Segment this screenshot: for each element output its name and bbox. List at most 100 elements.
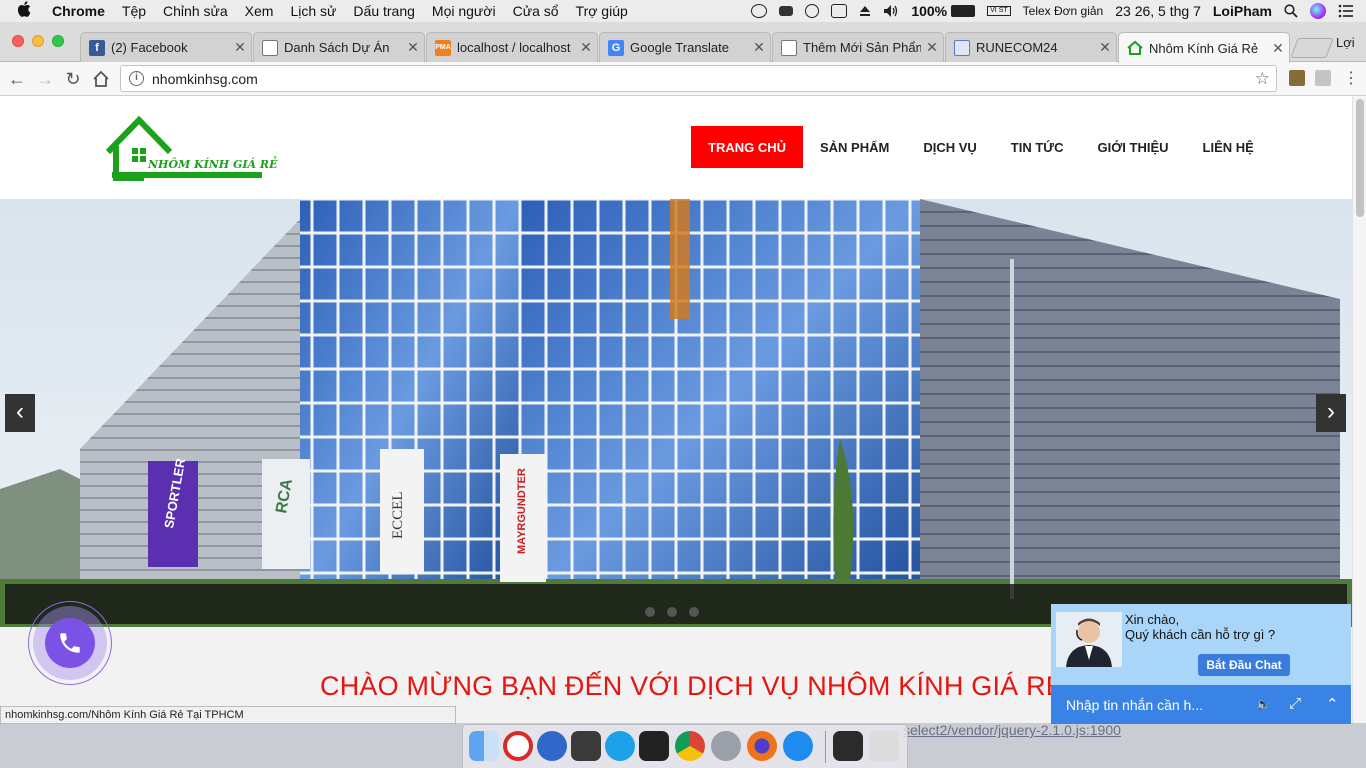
spotlight-search-icon[interactable] [1284, 4, 1298, 18]
menu-history[interactable]: Lịch sử [290, 3, 336, 19]
finder-icon[interactable] [469, 731, 499, 761]
chrome-icon[interactable] [675, 731, 705, 761]
menu-view[interactable]: Xem [245, 3, 274, 19]
tab-them-moi-san-pham[interactable]: Thêm Mới Sản Phẩm ✕ [772, 32, 944, 62]
new-tab-button[interactable] [1290, 38, 1334, 58]
nav-dich-vu[interactable]: DỊCH VỤ [906, 126, 993, 168]
menu-file[interactable]: Tệp [122, 3, 146, 19]
tab-facebook[interactable]: f (2) Facebook ✕ [80, 32, 252, 62]
chevron-up-icon[interactable]: ⌃ [1326, 695, 1339, 713]
sublime-text-icon[interactable] [571, 731, 601, 761]
slider-dots [645, 607, 711, 617]
wifi-sync-icon[interactable] [779, 6, 794, 16]
menu-edit[interactable]: Chỉnh sửa [163, 3, 228, 19]
tab-runecom24[interactable]: RUNECOM24 ✕ [945, 32, 1117, 62]
macos-dock [462, 724, 908, 768]
slider-prev-button[interactable]: ‹ [5, 394, 35, 432]
airplay-icon[interactable] [831, 4, 848, 18]
sound-icon[interactable]: 🔈 [1256, 697, 1271, 711]
tab-danh-sach-du-an[interactable]: Danh Sách Dự Án ✕ [253, 32, 425, 62]
start-chat-button[interactable]: Bắt Đầu Chat [1198, 654, 1290, 676]
address-url[interactable]: nhomkinhsg.com [152, 71, 258, 87]
site-main-nav: TRANG CHỦ SẢN PHẨM DỊCH VỤ TIN TỨC GIỚI … [691, 126, 1271, 168]
apple-menu-icon[interactable] [17, 1, 38, 21]
hero-slider[interactable]: SPORTLER RCA ECCEL MAYRGUNDTER ‹ › [0, 199, 1352, 627]
extension-tools-icon[interactable] [1289, 70, 1305, 86]
battery-icon[interactable] [951, 5, 976, 17]
chrome-menu-icon[interactable]: ⋮ [1340, 68, 1362, 90]
close-tab-icon[interactable]: ✕ [748, 39, 770, 56]
downloads-folder-icon[interactable] [833, 731, 863, 761]
nav-san-pham[interactable]: SẢN PHẨM [803, 126, 906, 168]
system-preferences-icon[interactable] [711, 731, 741, 761]
chat-greeting-line2: Quý khách cần hỗ trợ gì ? [1125, 627, 1276, 642]
nav-lien-he[interactable]: LIÊN HỆ [1186, 126, 1271, 168]
tab-nhom-kinh-gia-re[interactable]: Nhôm Kính Giá Rẻ ✕ [1118, 32, 1290, 63]
skype-icon[interactable] [605, 731, 635, 761]
extension-facebook-icon[interactable] [1315, 70, 1331, 86]
close-tab-icon[interactable]: ✕ [1267, 40, 1289, 57]
home-icon[interactable] [90, 68, 112, 90]
hero-building-photo: SPORTLER RCA ECCEL MAYRGUNDTER [0, 199, 1352, 627]
call-now-button[interactable] [45, 618, 95, 668]
logo-text: NHÔM KÍNH GIÁ RẺ [148, 158, 278, 171]
reload-icon[interactable]: ↻ [62, 68, 84, 90]
link-status-bubble: nhomkinhsg.com/Nhôm Kính Giá Rẻ Tại TPHC… [0, 706, 456, 724]
close-tab-icon[interactable]: ✕ [402, 39, 424, 56]
close-tab-icon[interactable]: ✕ [575, 39, 597, 56]
input-method-label[interactable]: Telex Đơn giản [1023, 4, 1104, 18]
address-bar[interactable]: i nhomkinhsg.com ☆ [120, 65, 1277, 92]
chat-input-bar[interactable]: Nhập tin nhắn cần h... 🔈 ⤢ ⌃ [1051, 685, 1351, 724]
trash-icon[interactable] [869, 731, 899, 761]
tab-localhost[interactable]: PMA localhost / localhost ✕ [426, 32, 598, 62]
firefox-icon[interactable] [747, 731, 777, 761]
nav-gioi-thieu[interactable]: GIỚI THIỆU [1080, 126, 1185, 168]
terminal-icon[interactable] [639, 731, 669, 761]
nav-trang-chu[interactable]: TRANG CHỦ [691, 126, 803, 168]
creative-cloud-icon[interactable] [751, 4, 768, 18]
site-info-icon[interactable]: i [129, 71, 144, 86]
siri-icon[interactable] [1310, 3, 1326, 19]
menu-help[interactable]: Trợ giúp [576, 3, 628, 19]
page-icon [781, 39, 797, 56]
logo-underline [112, 172, 262, 178]
close-tab-icon[interactable]: ✕ [921, 39, 943, 56]
slider-next-button[interactable]: › [1316, 394, 1346, 432]
menu-window[interactable]: Cửa sổ [513, 3, 559, 19]
phone-icon [60, 633, 80, 653]
close-window-button[interactable] [12, 35, 24, 47]
menubar-user[interactable]: LoiPham [1213, 3, 1272, 19]
page-scrollbar[interactable] [1352, 96, 1366, 723]
close-tab-icon[interactable]: ✕ [229, 39, 251, 56]
menu-chrome[interactable]: Chrome [52, 3, 105, 19]
forward-arrow-icon[interactable]: → [34, 68, 56, 90]
menu-people[interactable]: Mọi người [432, 3, 496, 19]
minimize-window-button[interactable] [32, 35, 44, 47]
scrollbar-thumb[interactable] [1356, 99, 1364, 217]
back-arrow-icon[interactable]: ← [6, 68, 28, 90]
chat-input-placeholder[interactable]: Nhập tin nhắn cần h... [1066, 697, 1203, 713]
tab-google-translate[interactable]: G Google Translate ✕ [599, 32, 771, 62]
close-tab-icon[interactable]: ✕ [1094, 39, 1116, 56]
sign-mayrgundter: MAYRGUNDTER [516, 468, 528, 554]
expand-icon[interactable]: ⤢ [1289, 695, 1301, 712]
menubar-clock[interactable]: 23 26, 5 thg 7 [1115, 3, 1201, 19]
input-source-badge[interactable]: VI ST [987, 6, 1011, 16]
bookmark-star-icon[interactable]: ☆ [1255, 69, 1270, 89]
welcome-heading: CHÀO MỪNG BẠN ĐẾN VỚI DỊCH VỤ NHÔM KÍNH … [320, 671, 1064, 701]
volume-icon[interactable] [883, 4, 899, 18]
notification-center-icon[interactable] [1338, 4, 1354, 18]
maximize-window-button[interactable] [52, 35, 64, 47]
video-player-icon[interactable] [503, 731, 533, 761]
nav-tin-tuc[interactable]: TIN TỨC [994, 126, 1081, 168]
slider-dot[interactable] [689, 607, 699, 617]
zalo-icon[interactable] [783, 731, 813, 761]
slider-dot[interactable] [645, 607, 655, 617]
eject-icon[interactable] [859, 4, 871, 18]
profile-name[interactable]: Lợi [1336, 35, 1355, 50]
slider-dot[interactable] [667, 607, 677, 617]
browser-eagle-icon[interactable] [537, 731, 567, 761]
menu-bookmarks[interactable]: Dấu trang [353, 3, 414, 19]
timemachine-icon[interactable] [805, 4, 820, 18]
support-agent-avatar [1056, 612, 1122, 667]
